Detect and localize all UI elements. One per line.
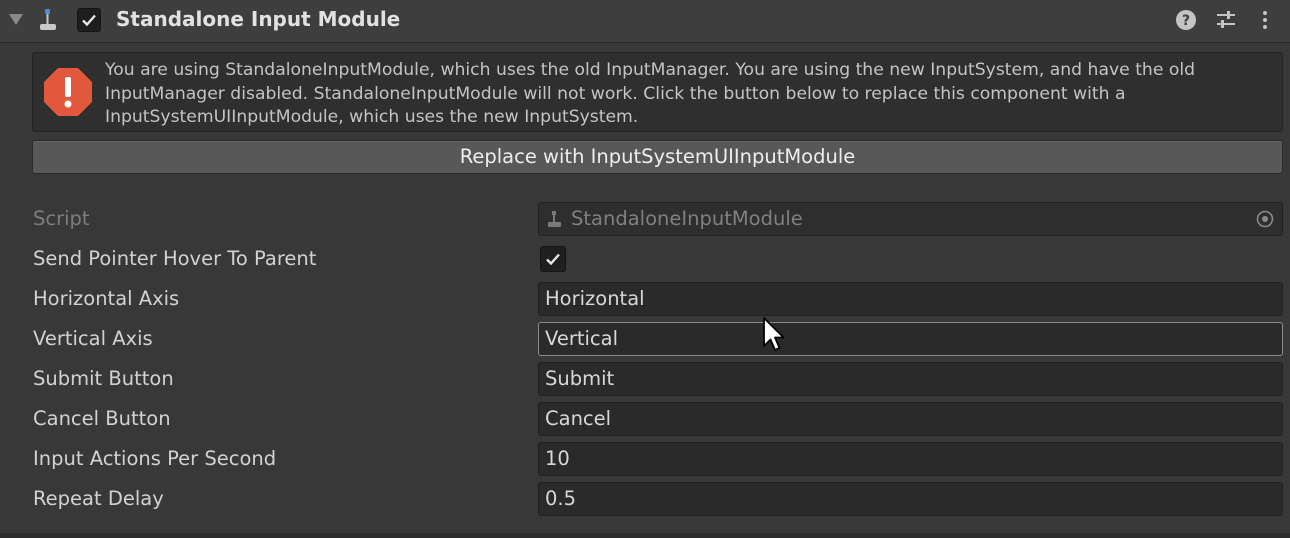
help-icon[interactable]: ? [1175, 9, 1197, 31]
cancel-button-label: Cancel Button [33, 407, 171, 430]
horizontal-axis-input[interactable]: Horizontal [538, 282, 1283, 316]
warning-helpbox: You are using StandaloneInputModule, whi… [32, 52, 1283, 132]
svg-text:?: ? [1182, 13, 1190, 29]
input-module-icon [40, 9, 56, 30]
script-value: StandaloneInputModule [571, 207, 803, 230]
script-icon [548, 211, 561, 227]
mouse-cursor-icon [763, 317, 785, 351]
component-header[interactable]: Standalone Input Module ? [0, 0, 1290, 43]
horizontal-axis-label: Horizontal Axis [33, 287, 180, 310]
submit-button-input[interactable]: Submit [538, 362, 1283, 396]
foldout-arrow-icon[interactable] [9, 14, 23, 25]
script-field[interactable]: StandaloneInputModule [538, 202, 1283, 236]
vertical-axis-label: Vertical Axis [33, 327, 153, 350]
cancel-button-input[interactable]: Cancel [538, 402, 1283, 436]
script-label: Script [33, 207, 90, 230]
error-icon [44, 68, 92, 116]
component-title: Standalone Input Module [116, 7, 401, 31]
replace-button[interactable]: Replace with InputSystemUIInputModule [32, 140, 1283, 174]
object-picker-icon[interactable] [1256, 210, 1274, 228]
repeat-delay-label: Repeat Delay [33, 487, 164, 510]
presets-icon[interactable] [1215, 9, 1237, 31]
inspector-bottom-divider [0, 533, 1290, 538]
input-actions-per-second-label: Input Actions Per Second [33, 447, 277, 470]
kebab-menu-icon[interactable] [1254, 9, 1276, 31]
vertical-axis-input[interactable]: Vertical [538, 322, 1283, 356]
warning-text: You are using StandaloneInputModule, whi… [105, 60, 1196, 127]
component-enabled-checkbox[interactable] [77, 8, 101, 32]
submit-button-label: Submit Button [33, 367, 174, 390]
repeat-delay-input[interactable]: 0.5 [538, 482, 1283, 516]
input-actions-per-second-input[interactable]: 10 [538, 442, 1283, 476]
send-pointer-hover-checkbox[interactable] [540, 246, 566, 272]
send-pointer-hover-label: Send Pointer Hover To Parent [33, 247, 317, 270]
